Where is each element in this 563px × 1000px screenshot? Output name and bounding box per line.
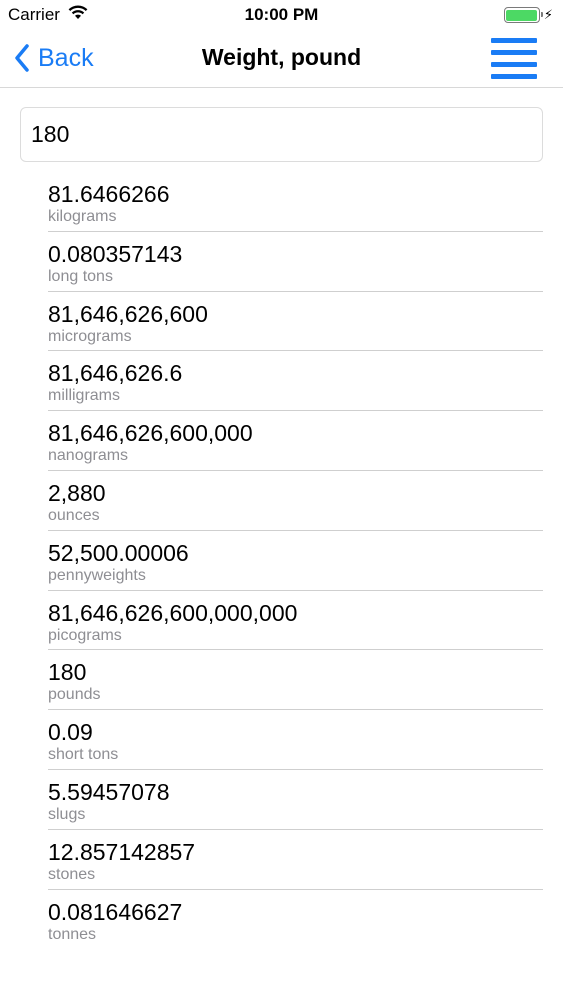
result-unit: long tons (48, 267, 113, 285)
result-value: 0.09 (48, 719, 93, 746)
result-value: 2,880 (48, 479, 106, 506)
list-item[interactable]: 180 pounds (48, 650, 543, 711)
result-value: 81.6466266 (48, 181, 170, 207)
result-value: 0.080357143 (48, 240, 183, 267)
result-value: 52,500.00006 (48, 539, 189, 566)
page-title: Weight, pound (201, 44, 362, 70)
conversion-results-list: 81.6466266 kilograms 0.080357143 long tons 8… (48, 172, 543, 940)
carrier-label: Carrier (8, 5, 60, 24)
result-unit: pennyweights (48, 566, 146, 584)
result-value: 81,646,626,600,000,000 (48, 599, 298, 626)
result-value: 5.59457078 (48, 778, 170, 805)
result-unit: micrograms (48, 327, 132, 345)
weight-value-input[interactable] (20, 107, 543, 162)
list-item[interactable]: 0.080357143 long tons (48, 232, 543, 292)
status-bar: Carrier 10:00 PM ⚡ (0, 0, 563, 30)
list-item[interactable]: 81,646,626.6 milligrams (48, 351, 543, 412)
battery-icon (503, 7, 543, 23)
result-unit: pounds (48, 686, 101, 704)
result-unit: ounces (48, 506, 100, 524)
result-unit: stones (48, 865, 96, 883)
navigation-bar: Back Weight, pound (0, 30, 563, 88)
list-item[interactable]: 0.09 short tons (48, 710, 543, 770)
result-unit: slugs (48, 805, 86, 823)
list-item[interactable]: 12.857142857 stones (48, 830, 543, 890)
result-value: 81,646,626.6 (48, 360, 183, 387)
list-item[interactable]: 81.6466266 kilograms (48, 172, 543, 232)
list-item[interactable]: 52,500.00006 pennyweights (48, 531, 543, 591)
charging-bolt-icon: ⚡ (543, 7, 553, 22)
list-item[interactable]: 81,646,626,600,000,000 picograms (48, 591, 543, 651)
status-right: ⚡ (503, 7, 563, 23)
list-item[interactable]: 0.081646627 tonnes (48, 890, 543, 940)
list-item[interactable]: 81,646,626,600 micrograms (48, 292, 543, 352)
battery-level (506, 9, 538, 21)
result-value: 0.081646627 (48, 898, 183, 925)
result-value: 81,646,626,600,000 (48, 420, 253, 447)
result-value: 12.857142857 (48, 838, 196, 865)
result-unit: kilograms (48, 208, 117, 225)
list-item[interactable]: 2,880 ounces (48, 471, 543, 531)
wifi-icon (68, 5, 88, 25)
result-unit: milligrams (48, 387, 120, 405)
result-unit: short tons (48, 746, 119, 764)
result-unit: picograms (48, 626, 122, 644)
result-value: 180 (48, 659, 87, 686)
result-value: 81,646,626,600 (48, 300, 208, 327)
list-item[interactable]: 81,646,626,600,000 nanograms (48, 411, 543, 471)
status-left: Carrier (0, 5, 88, 25)
list-item[interactable]: 5.59457078 slugs (48, 770, 543, 830)
menu-button[interactable] (491, 37, 537, 79)
result-unit: nanograms (48, 447, 129, 465)
result-unit: tonnes (48, 925, 97, 940)
